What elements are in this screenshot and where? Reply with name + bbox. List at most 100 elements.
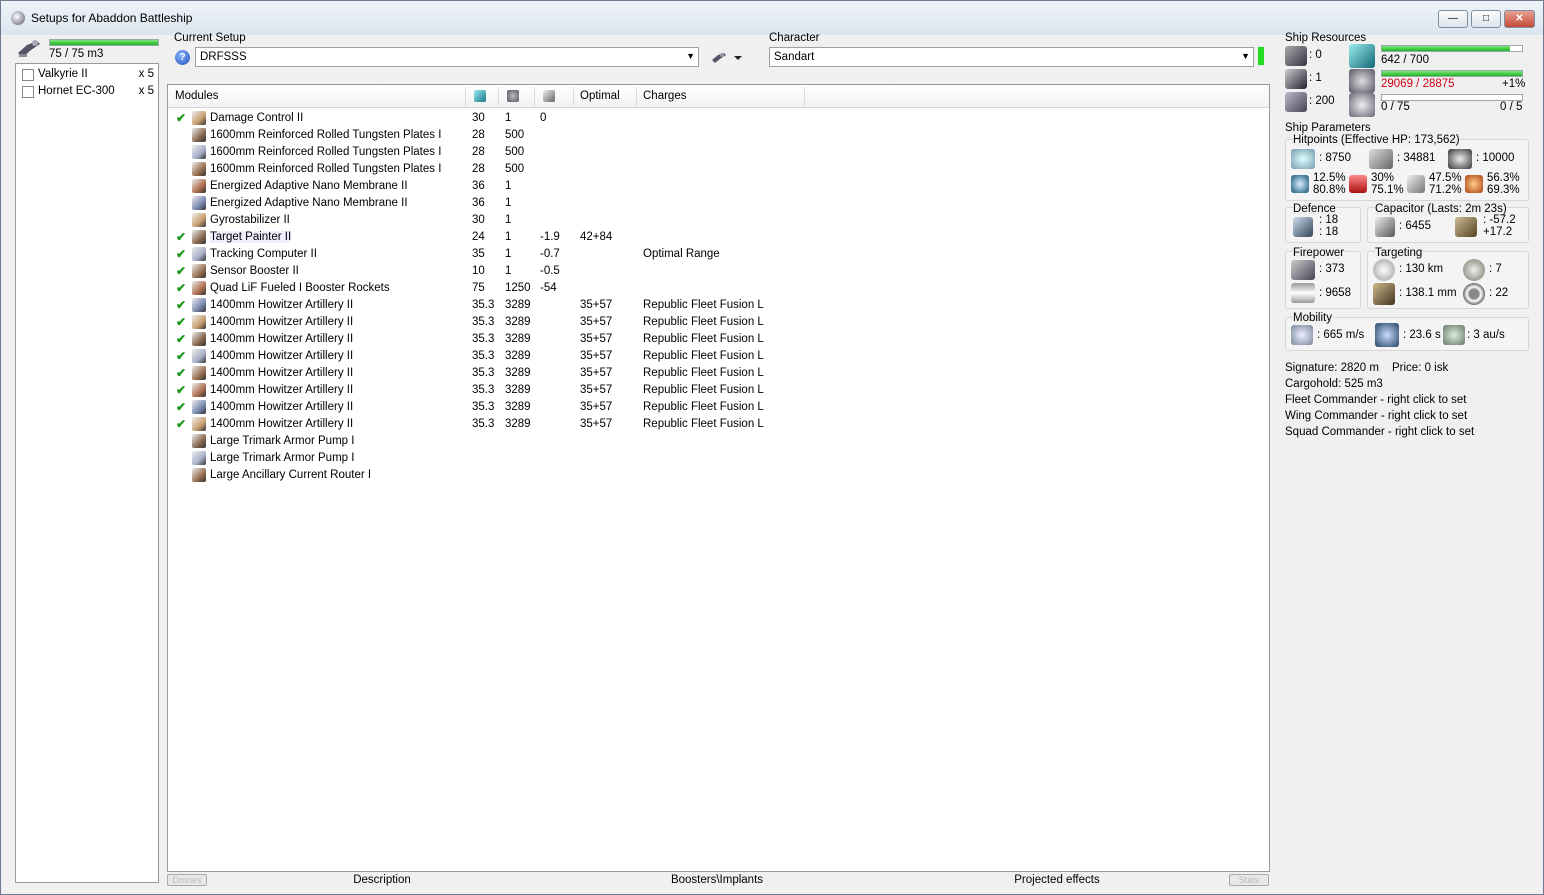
optimal-cell: 35+57 <box>580 418 613 430</box>
status-check-icon[interactable]: ✔ <box>176 332 186 346</box>
capacitor-cell: -0.7 <box>540 248 560 260</box>
scan-resolution-icon <box>1373 283 1395 305</box>
setup-select[interactable]: DRFSSS ▼ <box>195 47 699 67</box>
character-value: Sandart <box>774 51 815 63</box>
col-modules[interactable]: Modules <box>175 90 218 102</box>
powergrid-cell: 3289 <box>505 367 531 379</box>
tab-description[interactable]: Description <box>317 874 447 886</box>
tab-boosters-implants[interactable]: Boosters\Implants <box>647 874 787 886</box>
table-row[interactable]: ✔ 1400mm Howitzer Artillery II 35.3 3289 35+… <box>168 382 1269 399</box>
table-row[interactable]: ✔ 1400mm Howitzer Artillery II 35.3 3289 35+… <box>168 348 1269 365</box>
fleet-commander[interactable]: Fleet Commander - right click to set <box>1285 394 1467 406</box>
squad-commander[interactable]: Squad Commander - right click to set <box>1285 426 1474 438</box>
table-row[interactable]: Large Ancillary Current Router I <box>168 467 1269 484</box>
help-icon[interactable]: ? <box>175 50 190 65</box>
table-row[interactable]: ✔ Quad LiF Fueled I Booster Rockets 75 1250… <box>168 280 1269 297</box>
status-check-icon[interactable]: ✔ <box>176 264 186 278</box>
powergrid-cell: 1 <box>505 248 512 260</box>
drone-checkbox[interactable] <box>22 69 34 81</box>
tab-projected-effects[interactable]: Projected effects <box>987 874 1127 886</box>
table-row[interactable]: ✔ Damage Control II 30 1 0 <box>168 110 1269 127</box>
powergrid-value: 29069 / 28875 <box>1381 78 1455 90</box>
powergrid-cell: 1 <box>505 214 512 226</box>
powergrid-icon <box>1349 69 1375 93</box>
status-check-icon[interactable]: ✔ <box>176 383 186 397</box>
table-row[interactable]: ✔ 1400mm Howitzer Artillery II 35.3 3289 35+… <box>168 314 1269 331</box>
capacitor-amount: : 6455 <box>1399 220 1431 232</box>
launcher-hardpoints-icon <box>1285 69 1307 89</box>
cpu-cell: 36 <box>472 180 485 192</box>
status-check-icon[interactable]: ✔ <box>176 230 186 244</box>
charges-cell: Republic Fleet Fusion L <box>643 384 764 396</box>
module-icon <box>192 383 206 397</box>
table-row[interactable]: 1600mm Reinforced Rolled Tungsten Plates… <box>168 127 1269 144</box>
table-row[interactable]: ✔ Tracking Computer II 35 1 -0.7 Optimal Rang… <box>168 246 1269 263</box>
minimize-button[interactable]: — <box>1438 10 1468 28</box>
table-row[interactable]: Energized Adaptive Nano Membrane II 36 1 <box>168 195 1269 212</box>
col-charges[interactable]: Charges <box>643 90 686 102</box>
table-row[interactable]: Energized Adaptive Nano Membrane II 36 1 <box>168 178 1269 195</box>
charges-cell: Republic Fleet Fusion L <box>643 367 764 379</box>
turret-hardpoints: : 0 <box>1309 49 1322 61</box>
module-icon <box>192 349 206 363</box>
ship-parameters-title: Ship Parameters <box>1285 122 1371 134</box>
drone-qty: x 5 <box>138 85 154 97</box>
powergrid-cell: 1 <box>505 231 512 243</box>
table-row[interactable]: 1600mm Reinforced Rolled Tungsten Plates… <box>168 144 1269 161</box>
status-check-icon[interactable]: ✔ <box>176 298 186 312</box>
table-row[interactable]: ✔ 1400mm Howitzer Artillery II 35.3 3289 35+… <box>168 416 1269 433</box>
character-select[interactable]: Sandart ▼ <box>769 47 1254 67</box>
drone-bandwidth: 0 / 75 <box>1381 101 1410 113</box>
status-check-icon[interactable]: ✔ <box>176 366 186 380</box>
capacitor-delta-b: +17.2 <box>1483 226 1513 238</box>
status-check-icon[interactable]: ✔ <box>176 349 186 363</box>
table-row[interactable]: 1600mm Reinforced Rolled Tungsten Plates… <box>168 161 1269 178</box>
ship-menu-icon[interactable] <box>710 49 744 65</box>
drone-bay-text: 75 / 75 m3 <box>49 48 104 60</box>
kinetic-resist-shield: 47.5% <box>1429 172 1462 184</box>
module-icon <box>192 179 206 193</box>
module-icon <box>192 332 206 346</box>
table-row[interactable]: ✔ Sensor Booster II 10 1 -0.5 <box>168 263 1269 280</box>
close-button[interactable]: ✕ <box>1504 10 1535 28</box>
module-name: 1600mm Reinforced Rolled Tungsten Plates… <box>210 146 442 158</box>
status-check-icon[interactable]: ✔ <box>176 315 186 329</box>
capacitor-icon[interactable] <box>543 90 555 102</box>
drone-checkbox[interactable] <box>22 86 34 98</box>
wing-commander[interactable]: Wing Commander - right click to set <box>1285 410 1467 422</box>
status-check-icon[interactable]: ✔ <box>176 400 186 414</box>
table-row[interactable]: Gyrostabilizer II 30 1 <box>168 212 1269 229</box>
capacitor-cell: 0 <box>540 112 547 124</box>
table-row[interactable]: Large Trimark Armor Pump I <box>168 450 1269 467</box>
table-row[interactable]: Large Trimark Armor Pump I <box>168 433 1269 450</box>
em-resist-shield: 12.5% <box>1313 172 1346 184</box>
status-check-icon[interactable]: ✔ <box>176 417 186 431</box>
drone-bay-icon <box>18 40 40 57</box>
status-check-icon[interactable]: ✔ <box>176 111 186 125</box>
drone-bay-fill <box>50 40 158 45</box>
table-row[interactable]: ✔ 1400mm Howitzer Artillery II 35.3 3289 35+… <box>168 331 1269 348</box>
module-name: Tracking Computer II <box>210 248 317 260</box>
drone-bay-bar <box>49 39 159 46</box>
status-check-icon[interactable]: ✔ <box>176 281 186 295</box>
col-optimal[interactable]: Optimal <box>580 90 620 102</box>
table-row[interactable]: ✔ 1400mm Howitzer Artillery II 35.3 3289 35+… <box>168 399 1269 416</box>
window-title: Setups for Abaddon Battleship <box>31 11 193 25</box>
shield-icon <box>1291 149 1315 169</box>
maximize-button[interactable]: □ <box>1471 10 1501 28</box>
drones-toggle-button[interactable]: Drones <box>167 874 207 886</box>
cpu-icon[interactable] <box>474 90 486 102</box>
drone-item[interactable]: Hornet EC-300 x 5 <box>20 84 156 100</box>
explosive-resist-icon <box>1465 175 1483 193</box>
table-row[interactable]: ✔ Target Painter II 24 1 -1.9 42+84 <box>168 229 1269 246</box>
module-name: 1600mm Reinforced Rolled Tungsten Plates… <box>210 163 442 175</box>
stats-toggle-button[interactable]: Stats <box>1229 874 1269 886</box>
cpu-cell: 24 <box>472 231 485 243</box>
table-row[interactable]: ✔ 1400mm Howitzer Artillery II 35.3 3289 35+… <box>168 365 1269 382</box>
defence-icon <box>1293 217 1313 237</box>
table-row[interactable]: ✔ 1400mm Howitzer Artillery II 35.3 3289 35+… <box>168 297 1269 314</box>
drone-item[interactable]: Valkyrie II x 5 <box>20 67 156 83</box>
powergrid-icon[interactable] <box>507 90 519 102</box>
app-window: Setups for Abaddon Battleship — □ ✕ 75 /… <box>0 0 1544 895</box>
status-check-icon[interactable]: ✔ <box>176 247 186 261</box>
